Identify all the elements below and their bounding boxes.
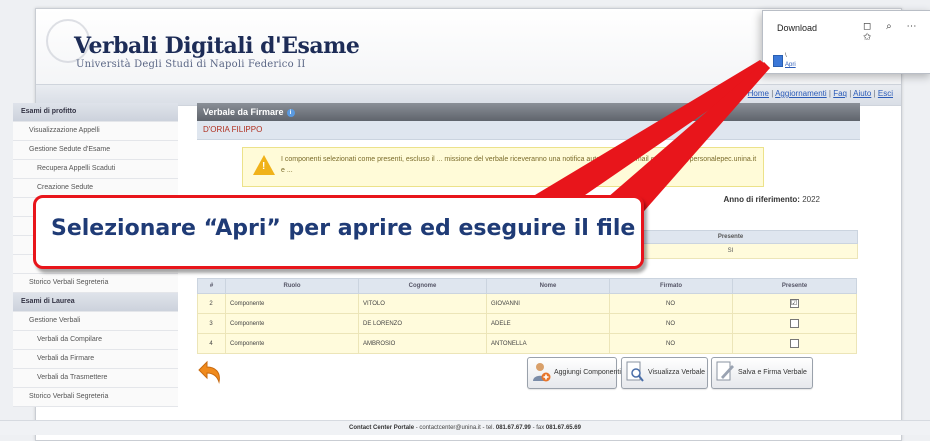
table-row: 3 Componente DE LORENZO ADELE NO (197, 313, 857, 334)
warning-icon: ! (253, 155, 275, 175)
sidebar-item-storico-verbali[interactable]: Storico Verbali Segreteria (13, 274, 178, 293)
sidebar-item-recupera-appelli[interactable]: Recupera Appelli Scaduti (13, 160, 178, 179)
save-sign-label: Salva e Firma Verbale (738, 369, 807, 376)
col-cognome: Cognome (358, 278, 487, 294)
back-arrow-icon[interactable] (197, 358, 225, 386)
col-nome: Nome (486, 278, 610, 294)
save-sign-button[interactable]: Salva e Firma Verbale (711, 357, 813, 389)
site-footer: Contact Center Portale - contactcenter@u… (0, 420, 930, 435)
top-links: Home | Aggiornamenti | Faq | Aiuto | Esc… (747, 89, 893, 98)
sidebar-item-storico-verbali-laurea[interactable]: Storico Verbali Segreteria (13, 388, 178, 407)
anno-label: Anno di riferimento: (723, 195, 800, 204)
sign-document-icon (716, 361, 734, 381)
add-user-icon (533, 363, 551, 382)
table-row: 2 Componente VITOLO GIOVANNI NO ☑ (197, 293, 857, 314)
faq-link[interactable]: Faq (833, 89, 847, 98)
sidebar-section-esami-laurea[interactable]: Esami di Laurea (13, 293, 178, 312)
row-cognome: VITOLO (358, 293, 487, 314)
footer-contact: - contactcenter@unina.it - tel. (415, 425, 495, 431)
esci-link[interactable]: Esci (878, 89, 893, 98)
open-file-link[interactable]: Apri (785, 62, 796, 68)
app-title: Verbali Digitali d'Esame (74, 33, 360, 59)
download-file-name: \ (785, 53, 787, 59)
aiuto-link[interactable]: Aiuto (853, 89, 871, 98)
sidebar-item-verbali-da-compilare[interactable]: Verbali da Compilare (13, 331, 178, 350)
app-subtitle: Università Degli Studi di Napoli Federic… (76, 59, 306, 70)
row-nome: ADELE (486, 313, 610, 334)
table-row: 4 Componente AMBROSIO ANTONELLA NO (197, 333, 857, 354)
sidebar-item-gestione-verbali[interactable]: Gestione Verbali (13, 312, 178, 331)
view-document-icon (626, 361, 644, 382)
footer-tel: 081.67.67.99 (495, 425, 531, 431)
anno-riferimento: Anno di riferimento: 2022 (724, 195, 820, 204)
sidebar-section-esami-profitto[interactable]: Esami di profitto (13, 103, 178, 122)
presente-checkbox[interactable]: ☑ (789, 299, 799, 308)
col-ruolo: Ruolo (225, 278, 359, 294)
row-firmato: NO (609, 313, 733, 334)
componenti-table: # Ruolo Cognome Nome Firmato Presente 2 … (197, 278, 857, 354)
home-link[interactable]: Home (748, 89, 769, 98)
sidebar-item-verbali-da-trasmettere-laurea[interactable]: Verbali da Trasmettere (13, 369, 178, 388)
info-icon[interactable]: i (286, 108, 295, 117)
sidebar-item-visualizzazione-appelli[interactable]: Visualizzazione Appelli (13, 122, 178, 141)
main-content: Verbale da Firmare i D'ORIA FILIPPO ! I c… (197, 103, 860, 389)
instruction-callout: Selezionare “Apri” per aprire ed eseguir… (33, 195, 644, 269)
add-components-button[interactable]: Aggiungi Componenti (527, 357, 621, 389)
row-nome: ANTONELLA (486, 333, 610, 354)
row-number: 3 (197, 313, 226, 334)
notice-box: ! I componenti selezionati come presenti… (242, 147, 764, 187)
view-verbale-label: Visualizza Verbale (648, 369, 706, 376)
presente-checkbox[interactable] (789, 339, 799, 348)
panel-title-text: Verbale da Firmare (203, 107, 284, 117)
sidebar-item-gestione-sedute[interactable]: Gestione Sedute d'Esame (13, 141, 178, 160)
col-number: # (197, 278, 226, 294)
aggiornamenti-link[interactable]: Aggiornamenti (775, 89, 827, 98)
row-ruolo: Componente (225, 313, 359, 334)
view-verbale-button[interactable]: Visualizza Verbale (621, 357, 708, 389)
download-toolbar-icons[interactable]: ◻ ⌕ ⋯ ✩ (863, 21, 930, 43)
row-number: 2 (197, 293, 226, 314)
row-ruolo: Componente (225, 333, 359, 354)
anno-value: 2022 (802, 195, 820, 204)
person-name: D'ORIA FILIPPO (197, 121, 860, 140)
presente-checkbox[interactable] (789, 319, 799, 328)
row-ruolo: Componente (225, 293, 359, 314)
notice-text: I componenti selezionati come presenti, … (281, 156, 757, 174)
file-icon (773, 55, 783, 67)
footer-fax-label: - fax (532, 425, 545, 431)
row-cognome: DE LORENZO (358, 313, 487, 334)
row-firmato: NO (609, 333, 733, 354)
download-title: Download (777, 23, 818, 33)
row-presente: ☑ (732, 293, 857, 314)
table-header-row: # Ruolo Cognome Nome Firmato Presente (197, 278, 857, 294)
row-firmato: NO (609, 293, 733, 314)
footer-label: Contact Center Portale (349, 425, 415, 431)
col-presente: Presente (732, 278, 857, 294)
panel-title: Verbale da Firmare i (197, 103, 860, 121)
sidebar-item-verbali-da-firmare[interactable]: Verbali da Firmare (13, 350, 178, 369)
row-cognome: AMBROSIO (358, 333, 487, 354)
download-panel: Download ◻ ⌕ ⋯ ✩ \ Apri (762, 10, 930, 74)
row-nome: GIOVANNI (486, 293, 610, 314)
row-number: 4 (197, 333, 226, 354)
col-firmato: Firmato (609, 278, 733, 294)
add-components-label: Aggiungi Componenti (554, 369, 621, 376)
callout-text: Selezionare “Apri” per aprire ed eseguir… (51, 216, 636, 241)
footer-fax: 081.67.65.69 (545, 425, 581, 431)
row-presente (732, 333, 857, 354)
row-presente (732, 313, 857, 334)
